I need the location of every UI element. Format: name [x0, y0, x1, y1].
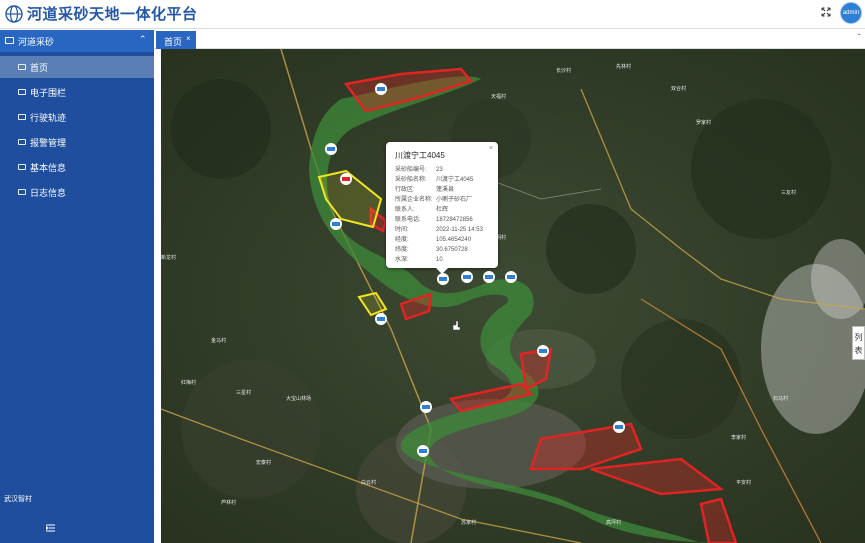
logo-icon — [5, 5, 23, 23]
close-icon[interactable]: × — [489, 145, 493, 152]
popup-row: 经度: 105.4654240 — [395, 237, 472, 243]
ship-info-popup: 川渡宁工4045 × 采砂船编号: 23 采砂船名称: 川渡宁工4045 行政区: 蓬… — [386, 142, 498, 274]
popup-row: 纬度: 30.6750728 — [395, 247, 468, 253]
sidebar-group-label: 河道采砂 — [18, 37, 55, 47]
sidebar-item-label: 电子围栏 — [30, 88, 67, 98]
monitor-icon — [18, 189, 26, 195]
sidebar-group-sand-mining[interactable]: 河道采砂 ⌃ — [0, 30, 154, 52]
place-label: 宏泰村 — [256, 460, 272, 466]
monitor-icon — [5, 37, 14, 44]
app-title: 河道采砂天地一体化平台 — [27, 6, 198, 23]
popup-row: 采砂船编号: 23 — [395, 167, 443, 173]
sidebar-item-fence[interactable]: 电子围栏 — [0, 81, 154, 103]
sidebar-item-track[interactable]: 行驶轨迹 — [0, 106, 154, 128]
satellite-map[interactable]: 天福村 长沙村 先林村 双合村 罗家村 三友村 红梅村 新龙村 光明村 金马村 … — [161, 49, 865, 543]
sidebar-item-label: 报警管理 — [30, 138, 67, 148]
place-label: 红梅村 — [181, 380, 197, 386]
place-label: 罗家村 — [696, 120, 712, 126]
sidebar-item-label: 基本信息 — [30, 163, 67, 173]
place-label: 李家村 — [731, 435, 747, 441]
sidebar-item-label: 首页 — [30, 63, 49, 73]
monitor-icon — [18, 164, 26, 170]
popup-row: 水深: 10 — [395, 257, 443, 263]
monitor-icon — [18, 89, 26, 95]
popup-row: 行政区: 蓬溪县 — [395, 187, 455, 193]
place-label: 白云村 — [361, 480, 377, 486]
place-label: 新龙村 — [161, 255, 177, 261]
tab-bar: 首页 × — [154, 30, 865, 49]
place-label: 长沙村 — [556, 68, 572, 74]
sidebar-item-home[interactable]: 首页 — [0, 56, 154, 78]
popup-row: 采砂船名称: 川渡宁工4045 — [395, 177, 474, 183]
place-label: 先林村 — [616, 64, 632, 70]
popup-row: 所属企业名称: 小喇子砂石厂 — [395, 197, 473, 203]
place-label: 芦林村 — [221, 500, 237, 506]
place-label: 大宝山林场 — [286, 396, 312, 402]
monitor-icon — [18, 114, 26, 120]
sidebar: 河道采砂 ⌃ 首页 电子围栏 行驶轨迹 报警管理 基本信息 日志信息 武汉智村 — [0, 30, 154, 543]
place-label: 三友村 — [781, 190, 797, 196]
place-label: 三星村 — [236, 390, 252, 396]
sidebar-item-label: 日志信息 — [30, 188, 67, 198]
map-canvas[interactable] — [161, 49, 865, 543]
sidebar-item-alarm[interactable]: 报警管理 — [0, 131, 154, 153]
popup-row: 联系人: 杜辉 — [395, 207, 449, 213]
place-label: 石马村 — [773, 396, 789, 402]
sidebar-item-log[interactable]: 日志信息 — [0, 181, 154, 203]
popup-row: 时间: 2022-11-25 14:53 — [395, 227, 483, 233]
place-label: 天福村 — [491, 94, 507, 100]
place-label: 平安村 — [736, 480, 752, 486]
fullscreen-icon[interactable] — [821, 7, 831, 17]
monitor-icon — [18, 139, 26, 145]
place-label: 双合村 — [671, 86, 687, 92]
tab-label: 首页 — [164, 37, 183, 47]
popup-row: 联系电话: 18728472856 — [395, 217, 473, 223]
sidebar-item-basic-info[interactable]: 基本信息 — [0, 156, 154, 178]
close-icon[interactable]: × — [186, 34, 191, 43]
list-toggle-button[interactable]: 列表 — [852, 326, 865, 360]
place-label: 金马村 — [211, 338, 227, 344]
sidebar-footer: 武汉智村 — [4, 496, 32, 503]
monitor-icon — [18, 64, 26, 70]
popup-title: 川渡宁工4045 — [395, 151, 445, 160]
chevron-down-icon[interactable]: ˇ — [858, 33, 861, 42]
chevron-up-icon: ⌃ — [139, 34, 147, 44]
place-label: 苏家村 — [461, 520, 477, 526]
place-label: 高坪村 — [606, 520, 622, 526]
sidebar-item-label: 行驶轨迹 — [30, 113, 67, 123]
tab-home[interactable]: 首页 × — [156, 31, 196, 49]
top-header: 河道采砂天地一体化平台 admin — [0, 0, 865, 29]
collapse-menu-icon[interactable] — [46, 524, 55, 532]
avatar[interactable]: admin — [840, 2, 862, 24]
